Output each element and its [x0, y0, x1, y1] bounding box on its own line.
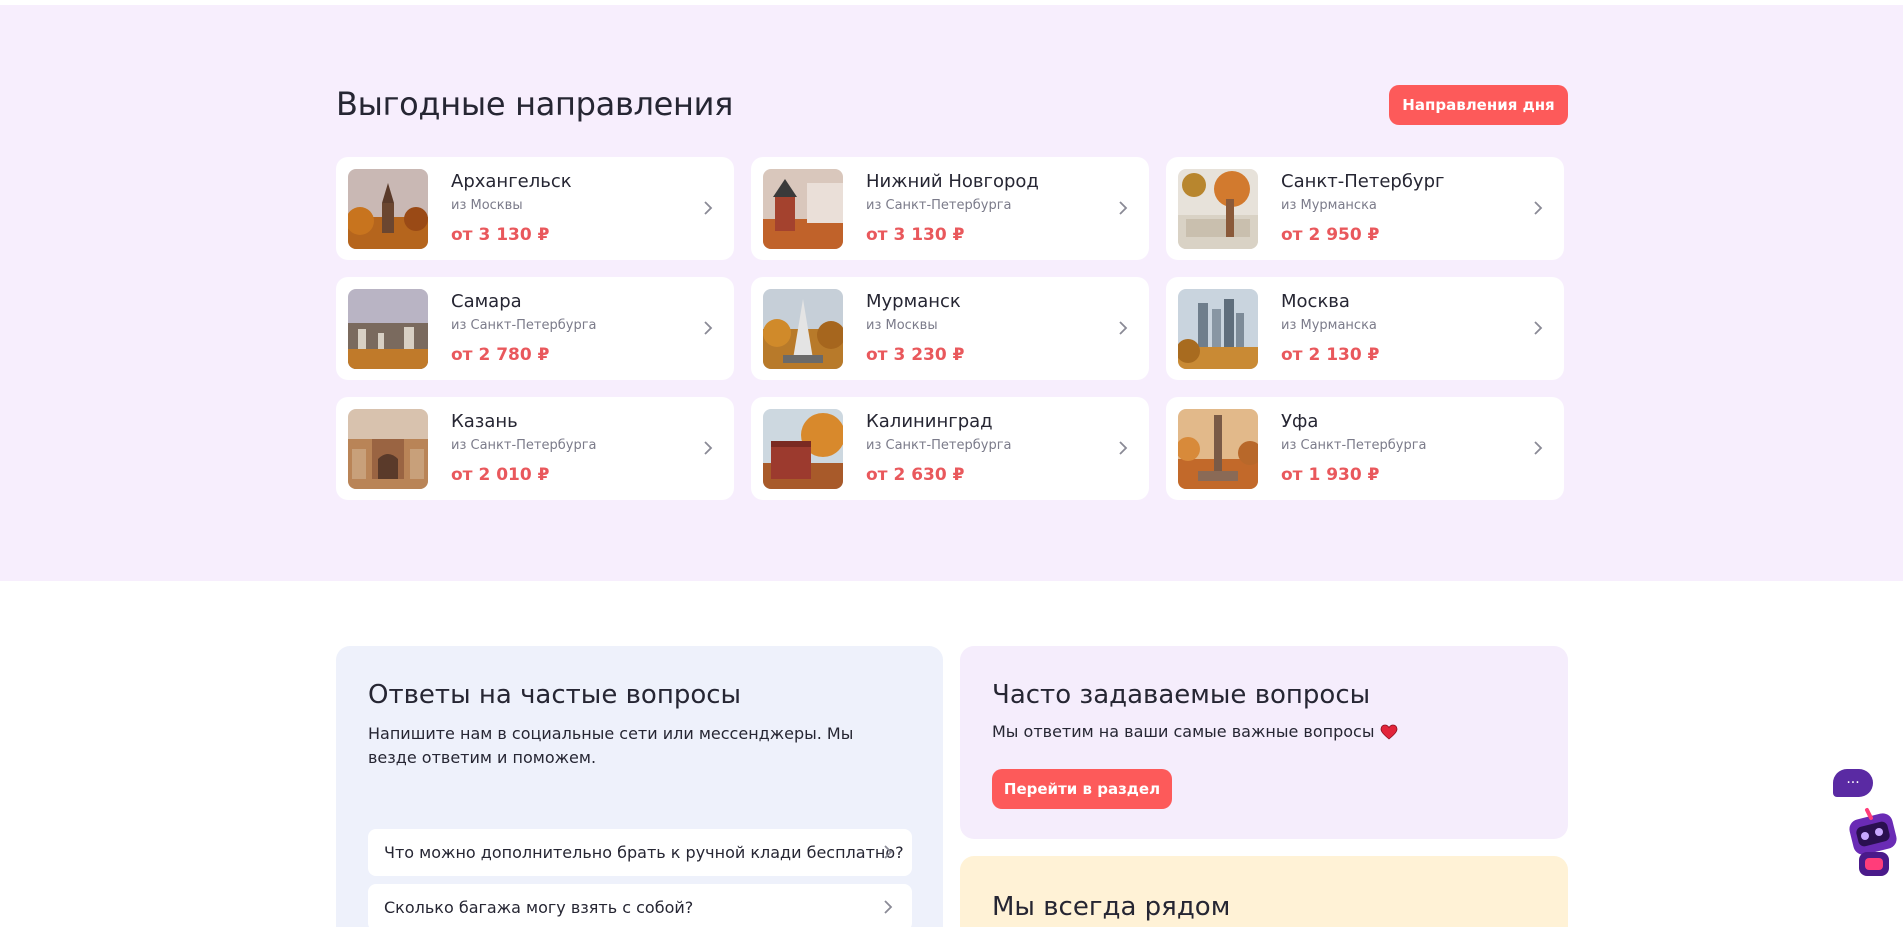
- destination-origin: из Москвы: [451, 198, 523, 213]
- chevron-right-icon: [1534, 321, 1543, 335]
- destination-price: от 2 780 ₽: [451, 345, 550, 365]
- directions-of-day-button[interactable]: Направления дня: [1389, 85, 1568, 125]
- faq-question-item[interactable]: Что можно дополнительно брать к ручной к…: [368, 829, 912, 876]
- destination-origin: из Санкт-Петербурга: [866, 438, 1012, 453]
- often-asked-title: Часто задаваемые вопросы: [992, 680, 1371, 710]
- destination-card-ufa[interactable]: Уфа из Санкт-Петербурга от 1 930 ₽: [1166, 397, 1564, 500]
- destination-card-samara[interactable]: Самара из Санкт-Петербурга от 2 780 ₽: [336, 277, 734, 380]
- destination-price: от 2 950 ₽: [1281, 225, 1380, 245]
- destination-city: Москва: [1281, 291, 1350, 312]
- often-asked-description-row: Мы ответим на ваши самые важные вопросы: [992, 722, 1398, 741]
- destination-price: от 3 130 ₽: [451, 225, 550, 245]
- go-to-section-button[interactable]: Перейти в раздел: [992, 769, 1172, 809]
- destination-price: от 2 010 ₽: [451, 465, 550, 485]
- destination-city: Архангельск: [451, 171, 572, 192]
- destination-photo: [348, 169, 428, 249]
- often-asked-description: Мы ответим на ваши самые важные вопросы: [992, 722, 1375, 741]
- faq-question-item[interactable]: Сколько багажа могу взять с собой?: [368, 884, 912, 927]
- chevron-right-icon: [1534, 441, 1543, 455]
- destination-origin: из Санкт-Петербурга: [866, 198, 1012, 213]
- destination-photo: [763, 409, 843, 489]
- destination-photo: [763, 289, 843, 369]
- destination-card-saint-petersburg[interactable]: Санкт-Петербург из Мурманска от 2 950 ₽: [1166, 157, 1564, 260]
- destination-origin: из Москвы: [866, 318, 938, 333]
- destination-city: Калининград: [866, 411, 993, 432]
- destination-origin: из Мурманска: [1281, 198, 1377, 213]
- destination-price: от 2 130 ₽: [1281, 345, 1380, 365]
- heart-icon: [1381, 724, 1398, 740]
- section-title: Выгодные направления: [336, 85, 734, 123]
- destination-origin: из Санкт-Петербурга: [1281, 438, 1427, 453]
- destination-price: от 3 230 ₽: [866, 345, 965, 365]
- destination-photo: [1178, 169, 1258, 249]
- chevron-right-icon: [1119, 201, 1128, 215]
- destination-city: Санкт-Петербург: [1281, 171, 1445, 192]
- destination-origin: из Мурманска: [1281, 318, 1377, 333]
- destination-card-nizhny-novgorod[interactable]: Нижний Новгород из Санкт-Петербурга от 3…: [751, 157, 1149, 260]
- destination-photo: [1178, 409, 1258, 489]
- faq-title: Ответы на частые вопросы: [368, 680, 742, 710]
- destination-card-arkhangelsk[interactable]: Архангельск из Москвы от 3 130 ₽: [336, 157, 734, 260]
- always-near-card: Мы всегда рядом: [960, 856, 1568, 927]
- destination-origin: из Санкт-Петербурга: [451, 438, 597, 453]
- destination-city: Казань: [451, 411, 518, 432]
- destination-card-murmansk[interactable]: Мурманск из Москвы от 3 230 ₽: [751, 277, 1149, 380]
- chevron-right-icon: [704, 441, 713, 455]
- chevron-right-icon: [704, 321, 713, 335]
- destination-city: Мурманск: [866, 291, 961, 312]
- destination-city: Нижний Новгород: [866, 171, 1039, 192]
- destination-photo: [348, 409, 428, 489]
- destinations-grid: Архангельск из Москвы от 3 130 ₽ Нижний …: [336, 157, 1564, 500]
- destination-photo: [348, 289, 428, 369]
- often-asked-card: Часто задаваемые вопросы Мы ответим на в…: [960, 646, 1568, 839]
- robot-icon[interactable]: [1845, 806, 1903, 886]
- destination-price: от 1 930 ₽: [1281, 465, 1380, 485]
- chevron-right-icon: [704, 201, 713, 215]
- destination-origin: из Санкт-Петербурга: [451, 318, 597, 333]
- faq-description: Напишите нам в социальные сети или мессе…: [368, 724, 854, 767]
- chevron-right-icon: [884, 845, 893, 859]
- destination-price: от 2 630 ₽: [866, 465, 965, 485]
- destination-city: Уфа: [1281, 411, 1319, 432]
- destination-card-kaliningrad[interactable]: Калининград из Санкт-Петербурга от 2 630…: [751, 397, 1149, 500]
- destination-price: от 3 130 ₽: [866, 225, 965, 245]
- destination-card-moscow[interactable]: Москва из Мурманска от 2 130 ₽: [1166, 277, 1564, 380]
- faq-card: Ответы на частые вопросы Напишите нам в …: [336, 646, 943, 927]
- always-near-title: Мы всегда рядом: [992, 892, 1231, 922]
- chevron-right-icon: [1119, 321, 1128, 335]
- chevron-right-icon: [884, 900, 893, 914]
- destination-photo: [763, 169, 843, 249]
- faq-question-text: Сколько багажа могу взять с собой?: [384, 898, 694, 917]
- destination-city: Самара: [451, 291, 522, 312]
- chevron-right-icon: [1534, 201, 1543, 215]
- chevron-right-icon: [1119, 441, 1128, 455]
- faq-question-text: Что можно дополнительно брать к ручной к…: [384, 843, 904, 862]
- destination-card-kazan[interactable]: Казань из Санкт-Петербурга от 2 010 ₽: [336, 397, 734, 500]
- destination-photo: [1178, 289, 1258, 369]
- chat-bubble-button[interactable]: ···: [1833, 769, 1873, 797]
